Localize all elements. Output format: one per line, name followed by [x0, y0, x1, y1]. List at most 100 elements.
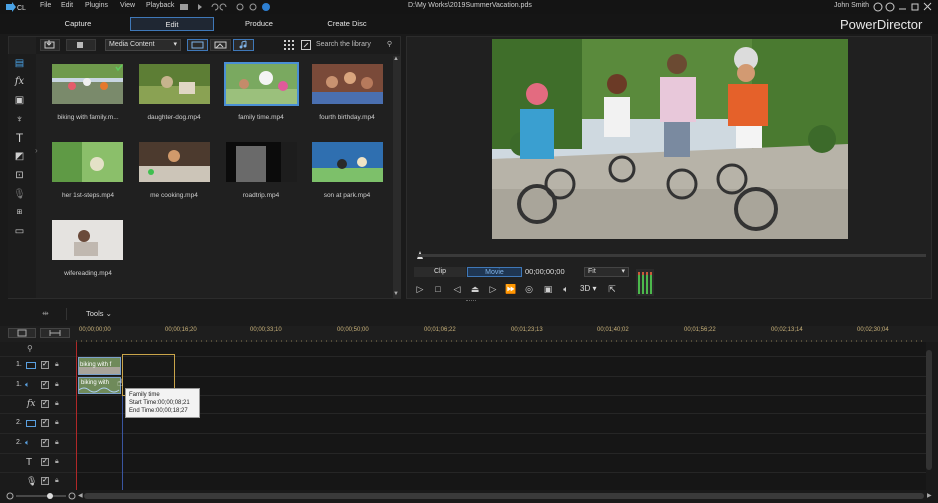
- title-room-icon[interactable]: T: [13, 132, 26, 144]
- track-enable-checkbox[interactable]: ✓: [41, 400, 49, 408]
- timecode-display[interactable]: 00;00;00;00: [525, 267, 565, 276]
- scroll-left-icon[interactable]: ◀: [78, 492, 83, 499]
- window-controls: [873, 2, 933, 12]
- library-item-label: roadtrip.mp4: [242, 192, 280, 199]
- track-enable-checkbox[interactable]: ✓: [41, 477, 49, 485]
- subtitle-toggle-icon[interactable]: ▣: [542, 283, 554, 295]
- track-manager-icon[interactable]: [8, 328, 36, 338]
- track-enable-checkbox[interactable]: ✓: [41, 458, 49, 466]
- lock-icon[interactable]: 🔒︎: [55, 361, 62, 369]
- menu-plugins[interactable]: Plugins: [85, 2, 108, 9]
- music-filter-icon[interactable]: [233, 39, 254, 51]
- library-item-thumb[interactable]: [52, 220, 123, 260]
- tab-produce[interactable]: Produce: [217, 17, 301, 31]
- 3d-mode-button[interactable]: 3D ▾: [580, 284, 596, 293]
- previous-frame-icon[interactable]: ◁: [451, 283, 463, 295]
- subtitle-room-icon[interactable]: ▭: [13, 226, 26, 238]
- playhead[interactable]: [76, 342, 77, 490]
- lock-icon[interactable]: 🔒︎: [55, 381, 62, 389]
- video-clip[interactable]: biking with f: [78, 357, 121, 375]
- audio-track-icon: 🔈︎: [25, 438, 30, 447]
- seek-bar[interactable]: [418, 254, 926, 257]
- zoom-fit-dropdown[interactable]: Fit ▾: [584, 267, 629, 277]
- marker-icon[interactable]: ⚲: [27, 344, 33, 353]
- tab-edit[interactable]: Edit: [130, 17, 214, 31]
- tab-capture[interactable]: Capture: [36, 17, 120, 31]
- expand-view-icon[interactable]: [301, 40, 311, 50]
- lock-icon[interactable]: 🔒︎: [55, 400, 62, 408]
- fast-forward-icon[interactable]: ⏩: [505, 283, 517, 295]
- snapshot-icon[interactable]: ◎: [523, 283, 535, 295]
- ruler-tick-label: 00;00;33;10: [250, 327, 282, 333]
- fit-timeline-icon[interactable]: [40, 328, 70, 338]
- chapter-room-icon[interactable]: ⊞: [13, 207, 26, 219]
- volume-icon[interactable]: 🔈︎: [560, 283, 572, 295]
- menu-playback[interactable]: Playback: [146, 2, 174, 9]
- tools-menu[interactable]: Tools ⌄: [86, 309, 112, 318]
- tab-create-disc[interactable]: Create Disc: [305, 17, 389, 31]
- panel-splitter[interactable]: [466, 300, 476, 303]
- audio-clip[interactable]: biking with: [78, 377, 121, 394]
- tools-label: Tools: [86, 309, 104, 318]
- lock-icon[interactable]: 🔒︎: [55, 439, 62, 447]
- search-input[interactable]: Search the library ⚲: [316, 39, 394, 51]
- plugins-icon[interactable]: [66, 39, 96, 51]
- video-filter-icon[interactable]: [187, 39, 208, 51]
- media-content-dropdown[interactable]: Media Content ▾: [105, 39, 181, 51]
- library-item-thumb[interactable]: [312, 64, 383, 104]
- powerdirector-window: CL File Edit Plugins View Playback D:\My…: [0, 0, 938, 503]
- lock-icon[interactable]: 🔒︎: [55, 477, 62, 485]
- timeline-vscroll[interactable]: [926, 350, 932, 470]
- track-enable-checkbox[interactable]: ✓: [41, 381, 49, 389]
- track-enable-checkbox[interactable]: ✓: [41, 439, 49, 447]
- media-room-icon[interactable]: ▤: [13, 58, 26, 70]
- scroll-right-icon[interactable]: ▶: [927, 492, 932, 499]
- clip-tab[interactable]: Clip: [414, 267, 466, 277]
- pip-room-icon[interactable]: ▣: [13, 95, 26, 107]
- track-enable-checkbox[interactable]: ✓: [41, 419, 49, 427]
- grid-view-icon[interactable]: [284, 40, 294, 50]
- audio-mix-room-icon[interactable]: ⊡: [13, 170, 26, 182]
- library-item-thumb-selected[interactable]: [224, 62, 299, 106]
- library-scrollbar[interactable]: [393, 56, 400, 298]
- library-item-thumb[interactable]: [52, 142, 123, 182]
- split-icon[interactable]: ⏏: [469, 283, 481, 295]
- media-content-label: Media Content: [109, 41, 155, 48]
- track-enable-checkbox[interactable]: ✓: [41, 361, 49, 369]
- scroll-down-icon[interactable]: ▼: [393, 291, 399, 297]
- cursor-hand-icon: ☝: [117, 378, 124, 389]
- library-item-thumb[interactable]: [312, 142, 383, 182]
- particle-room-icon[interactable]: ♆: [13, 114, 26, 126]
- next-frame-icon[interactable]: ▷: [487, 283, 499, 295]
- voice-over-icon[interactable]: 🎙: [13, 189, 26, 201]
- image-filter-icon[interactable]: [210, 39, 231, 51]
- undock-preview-icon[interactable]: ⇱: [606, 283, 618, 295]
- library-item-thumb[interactable]: [139, 142, 210, 182]
- library-item-thumb[interactable]: [226, 142, 297, 182]
- menu-file[interactable]: File: [40, 2, 51, 9]
- timeline-toolbar: [0, 305, 938, 323]
- ruler-tick-label: 00;01;06;22: [424, 327, 456, 333]
- play-icon[interactable]: ▷: [414, 283, 426, 295]
- ruler-tick-label: 00;01;56;22: [684, 327, 716, 333]
- zoom-slider[interactable]: [6, 491, 76, 501]
- user-name[interactable]: John Smith: [834, 2, 869, 9]
- library-item-thumb[interactable]: [139, 64, 210, 104]
- search-icon[interactable]: ⚲: [387, 39, 392, 50]
- library-item-thumb[interactable]: [52, 64, 123, 104]
- expand-arrow-icon[interactable]: ›: [35, 146, 38, 155]
- move-tool-icon[interactable]: ⇹: [42, 309, 49, 318]
- lock-icon[interactable]: 🔒︎: [55, 458, 62, 466]
- stop-icon[interactable]: □: [432, 283, 444, 295]
- lock-icon[interactable]: 🔒︎: [55, 419, 62, 427]
- fx-room-icon[interactable]: fx: [13, 76, 26, 88]
- app-logo: CL: [6, 2, 32, 12]
- menu-edit[interactable]: Edit: [61, 2, 73, 9]
- movie-tab[interactable]: Movie: [467, 267, 522, 277]
- title-bar: CL File Edit Plugins View Playback D:\My…: [0, 0, 938, 14]
- timeline-hscroll[interactable]: [84, 493, 924, 499]
- transition-room-icon[interactable]: ◩: [13, 151, 26, 163]
- menu-view[interactable]: View: [120, 2, 135, 9]
- import-media-icon[interactable]: [40, 39, 60, 51]
- scroll-up-icon[interactable]: ▲: [393, 56, 399, 62]
